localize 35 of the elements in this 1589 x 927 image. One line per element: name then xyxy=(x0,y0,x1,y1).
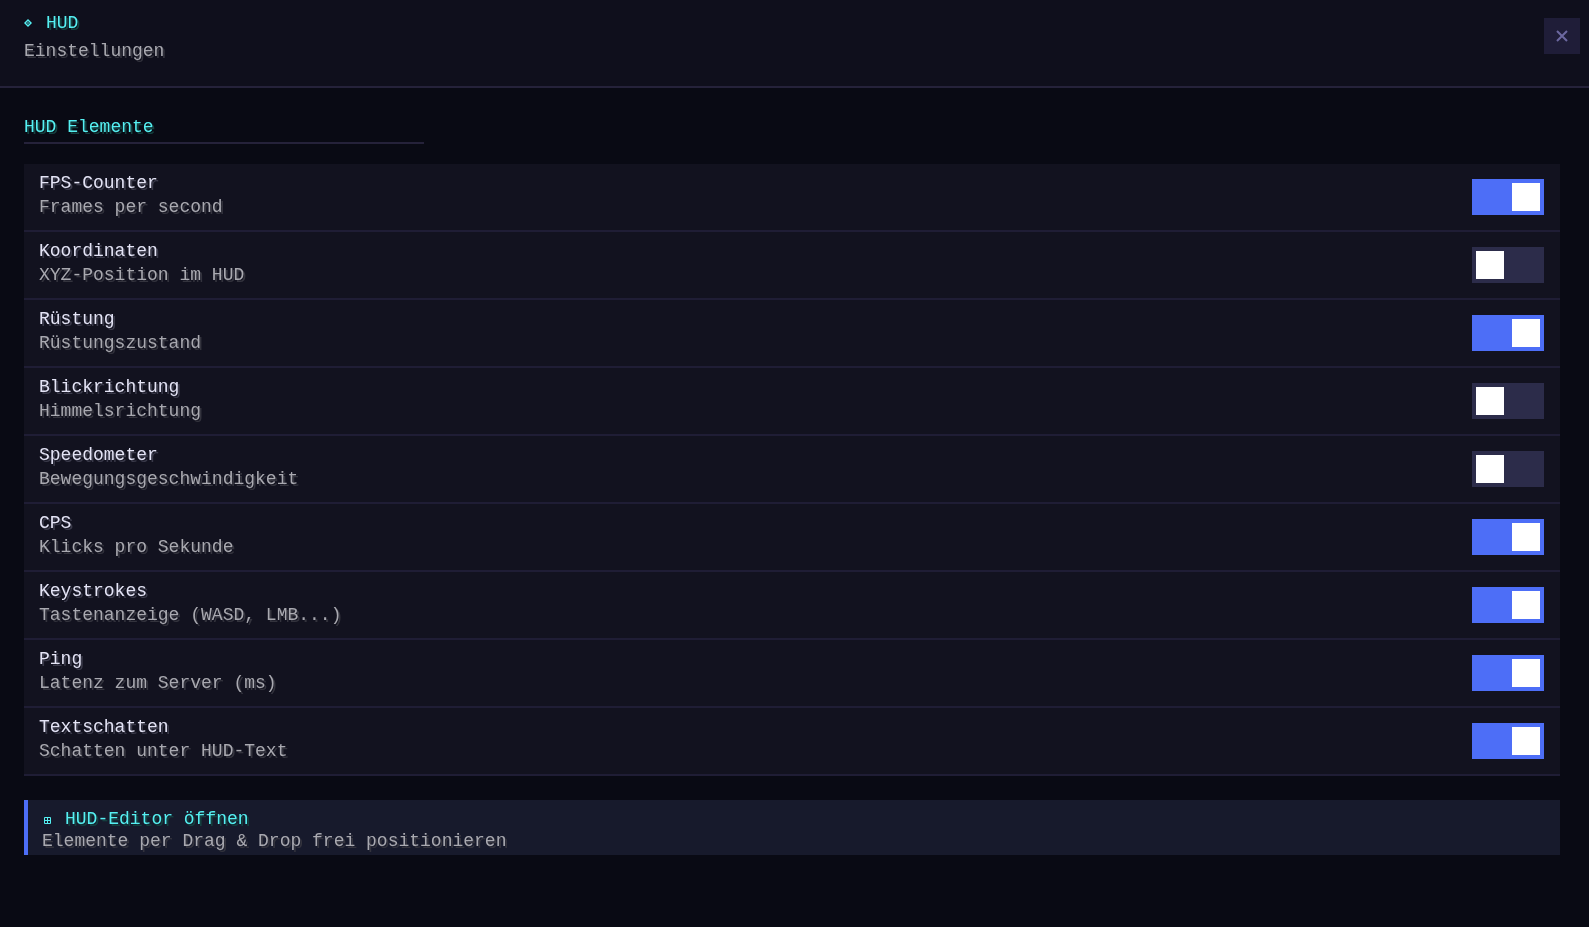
close-icon xyxy=(1556,30,1568,42)
element-name: FPS-Counter xyxy=(39,172,159,194)
element-description: Himmelsrichtung xyxy=(39,400,202,422)
element-description: Tastenanzeige (WASD, LMB...) xyxy=(39,604,342,626)
element-description: Bewegungsgeschwindigkeit xyxy=(39,468,299,490)
toggle-switch[interactable] xyxy=(1472,247,1544,283)
close-button[interactable] xyxy=(1544,18,1580,54)
toggle-switch[interactable] xyxy=(1472,723,1544,759)
diamond-icon xyxy=(24,19,32,27)
element-description: Schatten unter HUD-Text xyxy=(39,740,288,762)
element-name: Textschatten xyxy=(39,716,170,738)
element-description: Frames per second xyxy=(39,196,223,218)
hud-editor-button[interactable]: HUD-Editor öffnen Elemente per Drag & Drop frei positionieren xyxy=(24,800,1560,855)
element-description: Klicks pro Sekunde xyxy=(39,536,234,558)
element-name: Blickrichtung xyxy=(39,376,181,398)
toggle-switch[interactable] xyxy=(1472,315,1544,351)
element-name: Speedometer xyxy=(39,444,159,466)
toggle-switch[interactable] xyxy=(1472,451,1544,487)
section-title: HUD Elemente xyxy=(24,116,424,144)
toggle-switch[interactable] xyxy=(1472,587,1544,623)
element-description: Rüstungszustand xyxy=(39,332,202,354)
header-subtitle: Einstellungen xyxy=(24,40,165,62)
element-name: Rüstung xyxy=(39,308,116,330)
element-name: Ping xyxy=(39,648,84,670)
element-description: Latenz zum Server (ms) xyxy=(39,672,277,694)
element-name: Koordinaten xyxy=(39,240,159,262)
toggle-switch[interactable] xyxy=(1472,179,1544,215)
toggle-switch[interactable] xyxy=(1472,655,1544,691)
header-title: HUD xyxy=(46,12,79,34)
element-name: CPS xyxy=(39,512,73,534)
element-name: Keystrokes xyxy=(39,580,149,602)
toggle-switch[interactable] xyxy=(1472,519,1544,555)
toggle-switch[interactable] xyxy=(1472,383,1544,419)
grid-icon xyxy=(44,817,51,824)
element-description: XYZ-Position im HUD xyxy=(39,264,245,286)
